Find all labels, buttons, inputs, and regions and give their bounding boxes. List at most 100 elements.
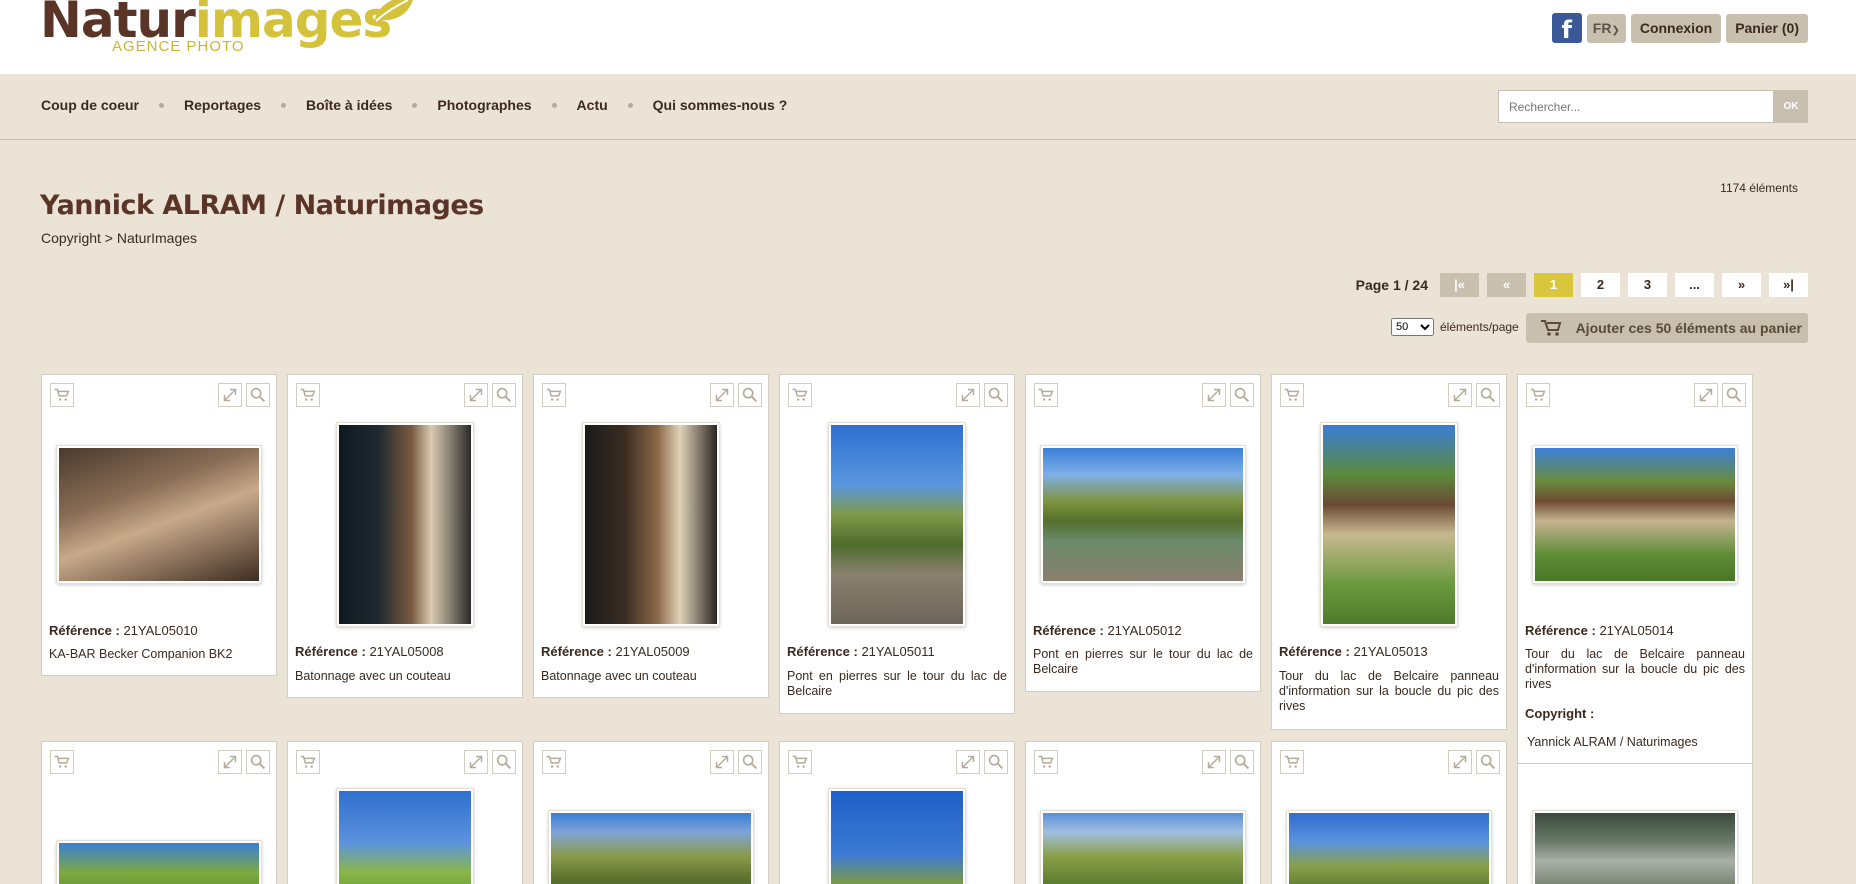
prev-page-button[interactable]: «: [1487, 273, 1526, 297]
add-to-cart-icon[interactable]: [542, 750, 566, 774]
nav-item-actu[interactable]: Actu: [577, 97, 608, 113]
add-to-cart-icon[interactable]: [1280, 383, 1304, 407]
add-to-cart-icon[interactable]: [296, 383, 320, 407]
photo-card[interactable]: Référence : 21YAL05008 Batonnage avec un…: [287, 374, 523, 698]
magnifier-icon[interactable]: [492, 383, 516, 407]
photo-card[interactable]: [533, 741, 769, 884]
cart-button[interactable]: Panier (0): [1726, 13, 1808, 43]
per-page-select[interactable]: 50: [1391, 318, 1434, 336]
magnifier-icon[interactable]: [1476, 750, 1500, 774]
add-to-cart-icon[interactable]: [1526, 383, 1550, 407]
photo-description: Pont en pierres sur le tour du lac de Be…: [787, 669, 1007, 698]
search-input[interactable]: [1498, 90, 1774, 123]
photo-card[interactable]: Référence : 21YAL05009 Batonnage avec un…: [533, 374, 769, 698]
last-page-button[interactable]: »|: [1769, 273, 1808, 297]
expand-icon[interactable]: [218, 383, 242, 407]
photo-card[interactable]: Référence : 21YAL05011 Pont en pierres s…: [779, 374, 1015, 714]
magnifier-icon[interactable]: [984, 750, 1008, 774]
add-to-cart-icon[interactable]: [296, 750, 320, 774]
expand-icon[interactable]: [710, 383, 734, 407]
magnifier-icon[interactable]: [984, 383, 1008, 407]
add-to-cart-icon[interactable]: [788, 383, 812, 407]
photo-thumbnail[interactable]: [1321, 423, 1457, 626]
photo-card[interactable]: [1271, 741, 1507, 884]
search-form: OK: [1498, 90, 1808, 123]
magnifier-icon[interactable]: [246, 383, 270, 407]
magnifier-icon[interactable]: [246, 750, 270, 774]
expand-icon[interactable]: [1202, 750, 1226, 774]
logo-tagline: AGENCE PHOTO: [112, 38, 245, 55]
photo-thumbnail[interactable]: [337, 789, 473, 884]
magnifier-icon[interactable]: [738, 383, 762, 407]
nav-separator: [412, 102, 418, 108]
add-to-cart-icon[interactable]: [1034, 750, 1058, 774]
copyright-label: Copyright :: [1525, 706, 1595, 721]
page-button-1[interactable]: 1: [1534, 273, 1573, 297]
expand-icon[interactable]: [464, 750, 488, 774]
add-to-cart-icon[interactable]: [50, 750, 74, 774]
language-selector[interactable]: FR❯: [1586, 13, 1626, 43]
photo-thumbnail[interactable]: [1533, 446, 1737, 583]
expand-icon[interactable]: [710, 750, 734, 774]
photo-thumbnail[interactable]: [829, 789, 965, 884]
photo-card[interactable]: [779, 741, 1015, 884]
photo-description: Tour du lac de Belcaire panneau d'inform…: [1279, 669, 1499, 713]
add-to-cart-icon[interactable]: [1280, 750, 1304, 774]
photo-card[interactable]: Référence : 21YAL05012 Pont en pierres s…: [1025, 374, 1261, 692]
photo-thumbnail[interactable]: [583, 423, 719, 626]
magnifier-icon[interactable]: [1722, 383, 1746, 407]
nav-item-reportages[interactable]: Reportages: [184, 97, 261, 113]
add-to-cart-icon[interactable]: [50, 383, 74, 407]
photo-card[interactable]: [1025, 741, 1261, 884]
magnifier-icon[interactable]: [1476, 383, 1500, 407]
photo-thumbnail[interactable]: [57, 841, 261, 884]
page-button-2[interactable]: 2: [1581, 273, 1620, 297]
photo-thumbnail[interactable]: [1041, 811, 1245, 884]
photo-thumbnail[interactable]: [57, 446, 261, 583]
photo-card[interactable]: [287, 741, 523, 884]
photo-card[interactable]: [41, 741, 277, 884]
add-to-cart-icon[interactable]: [1034, 383, 1058, 407]
add-to-cart-icon[interactable]: [788, 750, 812, 774]
photo-card[interactable]: Référence : 21YAL05014 Tour du lac de Be…: [1517, 374, 1753, 764]
facebook-icon[interactable]: f: [1551, 13, 1582, 44]
magnifier-icon[interactable]: [1230, 383, 1254, 407]
expand-icon[interactable]: [1448, 383, 1472, 407]
nav-item-qui-sommes-nous[interactable]: Qui sommes-nous ?: [653, 97, 788, 113]
reference: Référence : 21YAL05010: [49, 623, 198, 638]
page-ellipsis[interactable]: ...: [1675, 273, 1714, 297]
photo-description: KA-BAR Becker Companion BK2: [49, 647, 233, 661]
magnifier-icon[interactable]: [1230, 750, 1254, 774]
magnifier-icon[interactable]: [738, 750, 762, 774]
logo[interactable]: Naturimages AGENCE PHOTO: [40, 0, 413, 64]
photo-thumbnail[interactable]: [549, 811, 753, 884]
search-submit-button[interactable]: OK: [1774, 90, 1808, 123]
photo-thumbnail[interactable]: [337, 423, 473, 626]
photo-thumbnail[interactable]: [829, 423, 965, 626]
photo-card[interactable]: Référence : 21YAL05013 Tour du lac de Be…: [1271, 374, 1507, 730]
magnifier-icon[interactable]: [492, 750, 516, 774]
add-all-to-cart-button[interactable]: Ajouter ces 50 éléments au panier: [1525, 313, 1808, 343]
nav-item-photographes[interactable]: Photographes: [437, 97, 531, 113]
first-page-button[interactable]: |«: [1440, 273, 1479, 297]
photo-thumbnail[interactable]: [1287, 811, 1491, 884]
next-page-button[interactable]: »: [1722, 273, 1761, 297]
page-button-3[interactable]: 3: [1628, 273, 1667, 297]
expand-icon[interactable]: [956, 750, 980, 774]
expand-icon[interactable]: [1694, 383, 1718, 407]
photo-thumbnail[interactable]: [1533, 811, 1737, 884]
breadcrumb[interactable]: Copyright > NaturImages: [41, 230, 197, 246]
expand-icon[interactable]: [1448, 750, 1472, 774]
login-button[interactable]: Connexion: [1630, 13, 1722, 43]
add-to-cart-icon[interactable]: [542, 383, 566, 407]
nav-item-boite-a-idees[interactable]: Boîte à idées: [306, 97, 392, 113]
nav-item-coup-de-coeur[interactable]: Coup de coeur: [41, 97, 139, 113]
photo-card[interactable]: Référence : 21YAL05010 KA-BAR Becker Com…: [41, 374, 277, 676]
photo-thumbnail[interactable]: [1041, 446, 1245, 583]
per-page-label: éléments/page: [1440, 320, 1519, 334]
page-title: Yannick ALRAM / Naturimages: [40, 190, 484, 221]
expand-icon[interactable]: [464, 383, 488, 407]
expand-icon[interactable]: [218, 750, 242, 774]
expand-icon[interactable]: [956, 383, 980, 407]
expand-icon[interactable]: [1202, 383, 1226, 407]
